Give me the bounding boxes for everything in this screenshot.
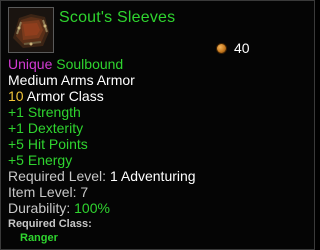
item-icon-frame xyxy=(8,7,54,53)
binding-label: Soulbound xyxy=(56,56,124,72)
item-tooltip: Scout's Sleeves 40 Unique Soulbound Medi… xyxy=(0,0,315,250)
stat-dexterity: +1 Dexterity xyxy=(8,120,84,136)
rarity-label: Unique xyxy=(8,56,53,72)
copper-coin-icon xyxy=(216,42,227,54)
required-class-label: Required Class: xyxy=(8,218,92,230)
stat-strength: +1 Strength xyxy=(8,104,81,120)
leather-sleeves-icon xyxy=(9,8,53,52)
armor-label: Armor Class xyxy=(23,88,104,104)
armor-value: 10 xyxy=(8,88,24,104)
required-level-value: 1 Adventuring xyxy=(109,168,196,184)
item-type: Medium Arms Armor xyxy=(8,72,135,88)
item-name: Scout's Sleeves xyxy=(59,9,176,26)
durability-value: 100% xyxy=(74,200,110,216)
durability-line: Durability: 100% xyxy=(8,200,196,216)
item-level: Item Level: 7 xyxy=(8,184,89,200)
item-price: 40 xyxy=(216,40,250,56)
armor-line: 10 Armor Class xyxy=(8,88,196,104)
required-class-value: Ranger xyxy=(20,232,58,244)
price-value: 40 xyxy=(234,40,250,56)
stat-hit-points: +5 Hit Points xyxy=(8,136,88,152)
durability-label: Durability: xyxy=(8,200,75,216)
required-level-line: Required Level: 1 Adventuring xyxy=(8,168,196,184)
item-details: Unique Soulbound Medium Arms Armor 10 Ar… xyxy=(8,56,196,245)
rarity-binding-line: Unique Soulbound xyxy=(8,56,196,72)
required-level-label: Required Level: xyxy=(8,168,110,184)
stat-energy: +5 Energy xyxy=(8,152,73,168)
